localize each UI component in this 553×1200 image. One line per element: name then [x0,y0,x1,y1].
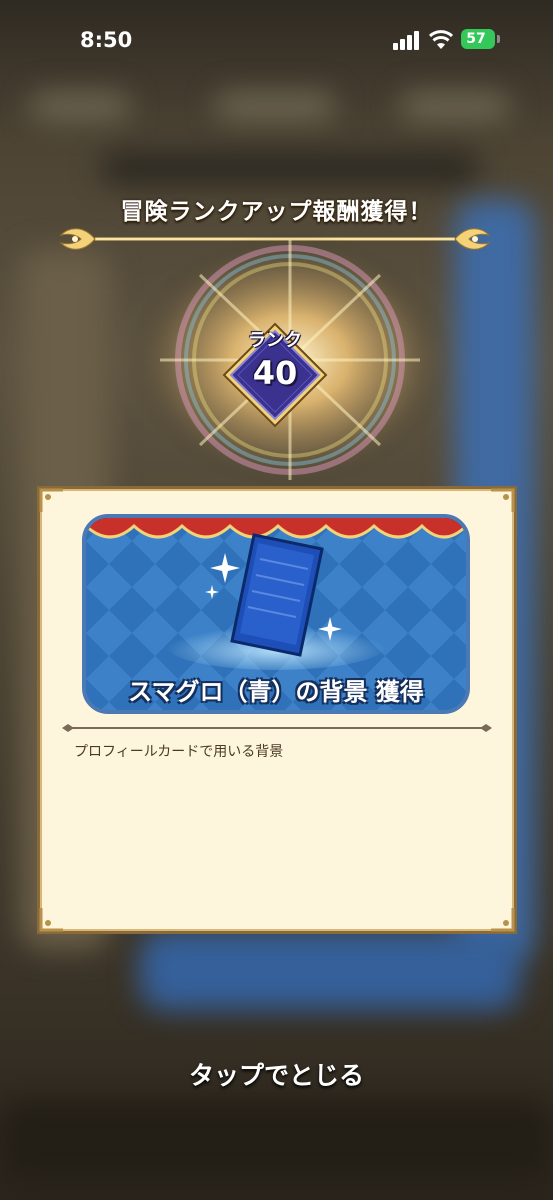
divider [62,724,492,732]
battery-tip [497,35,500,43]
status-bar: 8:50 57 [0,0,553,82]
clock: 8:50 [80,28,133,52]
tap-to-close-button[interactable]: タップでとじる [0,1056,553,1092]
wifi-icon [428,30,454,49]
sparkle-icon [205,585,219,599]
reward-title: スマグロ（青）の背景 獲得 [128,678,424,706]
sparkle-icon [210,553,240,583]
corner-ornament [39,488,63,512]
corner-ornament [39,908,63,932]
rank-value: 40 [252,354,298,392]
reward-description: プロフィールカードで用いる背景 [74,744,284,760]
corner-ornament [491,908,515,932]
sparkle-icon [318,617,342,641]
battery-icon: 57 [461,29,495,49]
battery-level: 57 [466,31,486,47]
card-background-icon [230,533,324,657]
cellular-signal-icon [393,30,421,50]
corner-ornament [491,488,515,512]
rank-label: ランク [248,330,302,351]
